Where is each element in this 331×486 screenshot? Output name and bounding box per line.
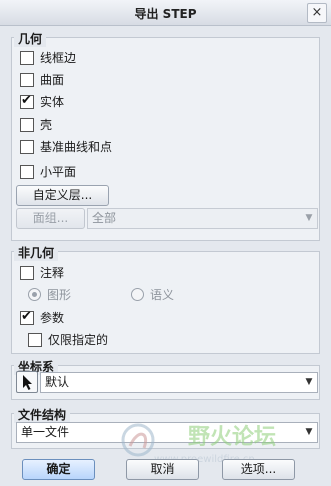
shell-checkbox[interactable] bbox=[20, 117, 34, 132]
wireframe-edges-option[interactable]: 线框边 bbox=[20, 50, 76, 66]
surface-label: 曲面 bbox=[40, 73, 65, 87]
graphic-radio[interactable] bbox=[28, 288, 41, 301]
parameters-option[interactable]: 参数 bbox=[20, 309, 65, 326]
specified-only-label: 仅限指定的 bbox=[48, 333, 109, 347]
annotation-checkbox[interactable] bbox=[20, 265, 34, 280]
facets-label: 小平面 bbox=[40, 165, 77, 179]
facets-checkbox[interactable] bbox=[20, 164, 34, 179]
window-title: 导出 STEP bbox=[134, 7, 197, 21]
wireframe-edges-label: 线框边 bbox=[40, 51, 77, 65]
close-button[interactable]: × bbox=[307, 3, 327, 23]
facets-option[interactable]: 小平面 bbox=[20, 164, 76, 180]
select-csys-button[interactable] bbox=[16, 371, 38, 393]
specified-only-option[interactable]: 仅限指定的 bbox=[28, 332, 108, 348]
title-bar: 导出 STEP × bbox=[0, 0, 331, 26]
cursor-arrow-icon bbox=[23, 375, 32, 390]
non-geometry-group-label: 非几何 bbox=[14, 244, 59, 261]
face-group-button[interactable]: 面组... bbox=[16, 208, 85, 229]
semantic-radio-option[interactable]: 语义 bbox=[131, 287, 174, 303]
solid-label: 实体 bbox=[40, 95, 65, 109]
semantic-label: 语义 bbox=[150, 288, 175, 302]
graphic-label: 图形 bbox=[47, 288, 72, 302]
datum-curves-option[interactable]: 基准曲线和点 bbox=[20, 139, 112, 155]
shell-option[interactable]: 壳 bbox=[20, 117, 52, 133]
coordinate-system-value: 默认 bbox=[45, 375, 70, 389]
cancel-button[interactable]: 取消 bbox=[126, 459, 199, 480]
geometry-group-label: 几何 bbox=[14, 30, 47, 47]
datum-curves-checkbox[interactable] bbox=[20, 139, 34, 154]
surface-option[interactable]: 曲面 bbox=[20, 72, 64, 88]
file-structure-label: 文件结构 bbox=[14, 406, 71, 423]
wireframe-edges-checkbox[interactable] bbox=[20, 50, 34, 65]
solid-option[interactable]: 实体 bbox=[20, 93, 65, 110]
watermark-text: 野火论坛 bbox=[188, 424, 276, 450]
file-structure-value: 单一文件 bbox=[21, 425, 70, 439]
specified-only-checkbox[interactable] bbox=[28, 332, 42, 347]
surface-checkbox[interactable] bbox=[20, 72, 34, 87]
graphic-radio-option[interactable]: 图形 bbox=[28, 287, 71, 303]
shell-label: 壳 bbox=[40, 118, 53, 132]
options-button[interactable]: 选项... bbox=[222, 459, 295, 480]
datum-curves-label: 基准曲线和点 bbox=[40, 140, 113, 154]
chevron-down-icon: ▼ bbox=[305, 213, 313, 223]
annotation-label: 注释 bbox=[40, 266, 65, 280]
ok-button[interactable]: 确定 bbox=[22, 459, 95, 480]
parameters-label: 参数 bbox=[40, 311, 65, 325]
semantic-radio[interactable] bbox=[131, 288, 144, 301]
annotation-option[interactable]: 注释 bbox=[20, 265, 64, 281]
face-group-select[interactable]: 全部 ▼ bbox=[87, 208, 318, 229]
chevron-down-icon: ▼ bbox=[305, 377, 313, 387]
solid-checkbox[interactable] bbox=[20, 93, 34, 109]
custom-layer-button[interactable]: 自定义层... bbox=[16, 185, 109, 206]
coordinate-system-select[interactable]: 默认 ▼ bbox=[40, 372, 318, 393]
parameters-checkbox[interactable] bbox=[20, 309, 34, 325]
face-group-select-value: 全部 bbox=[92, 211, 117, 225]
